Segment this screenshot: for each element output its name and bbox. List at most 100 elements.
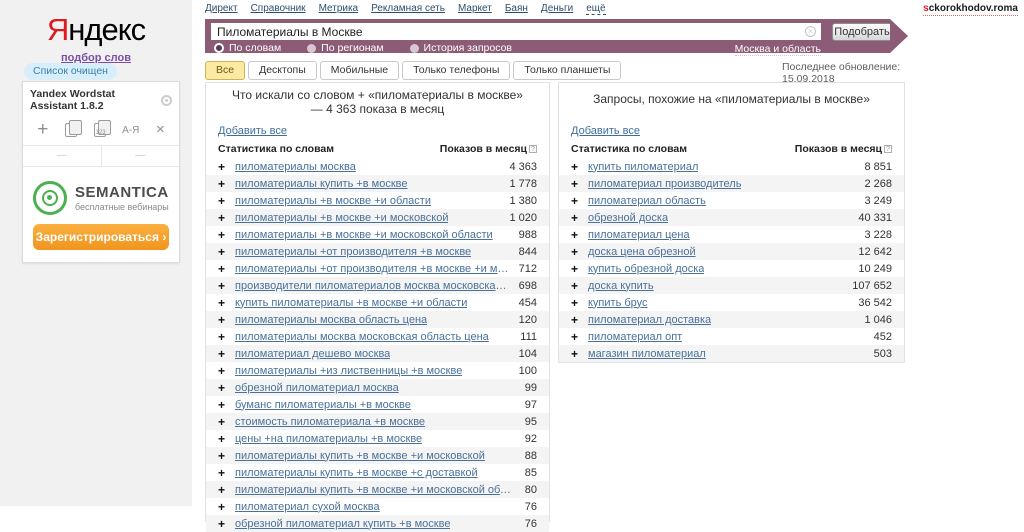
add-icon[interactable]: +	[37, 123, 48, 137]
device-tab[interactable]: Все	[205, 61, 245, 80]
add-keyword-icon[interactable]: +	[218, 330, 235, 344]
add-keyword-icon[interactable]: +	[571, 347, 588, 361]
add-keyword-icon[interactable]: +	[218, 279, 235, 293]
keyword-link[interactable]: буманс пиломатериалы +в москве	[235, 399, 411, 411]
add-keyword-icon[interactable]: +	[571, 177, 588, 191]
keyword-link[interactable]: обрезной пиломатериал москва	[235, 382, 399, 394]
keyword-link[interactable]: пиломатериалы купить +в москве	[235, 178, 408, 190]
register-button[interactable]: Зарегистрироваться ›	[33, 224, 169, 250]
search-mode-option[interactable]: По регионам	[307, 42, 383, 54]
add-keyword-icon[interactable]: +	[571, 245, 588, 259]
keyword-link[interactable]: купить брус	[588, 297, 648, 309]
keyword-link[interactable]: пиломатериалы москва	[235, 161, 356, 173]
keyword-link[interactable]: пиломатериал сухой москва	[235, 501, 380, 513]
top-nav-link[interactable]: Метрика	[319, 3, 359, 15]
keyword-link[interactable]: купить обрезной доска	[588, 263, 704, 275]
clear-list-icon[interactable]: ×	[156, 124, 165, 136]
add-keyword-icon[interactable]: +	[571, 211, 588, 225]
add-keyword-icon[interactable]: +	[218, 296, 235, 310]
copy-icon[interactable]	[65, 123, 77, 137]
keyword-link[interactable]: стоимость пиломатериала +в москве	[235, 416, 425, 428]
keyword-link[interactable]: производители пиломатериалов москва моск…	[235, 280, 511, 292]
top-nav-link[interactable]: ещё	[586, 3, 605, 15]
copy-with-numbers-icon[interactable]: 123	[94, 123, 106, 137]
search-mode-option[interactable]: История запросов	[410, 42, 512, 54]
device-tab[interactable]: Десктопы	[248, 61, 317, 80]
add-keyword-icon[interactable]: +	[218, 245, 235, 259]
add-keyword-icon[interactable]: +	[571, 330, 588, 344]
add-keyword-icon[interactable]: +	[571, 262, 588, 276]
add-keyword-icon[interactable]: +	[571, 228, 588, 242]
keyword-link[interactable]: доска купить	[588, 280, 654, 292]
search-input[interactable]	[211, 23, 821, 40]
add-keyword-icon[interactable]: +	[218, 449, 235, 463]
keyword-link[interactable]: купить пиломатериалы +в москве +и област…	[235, 297, 467, 309]
clear-search-icon[interactable]: ×	[805, 26, 816, 37]
add-keyword-icon[interactable]: +	[571, 160, 588, 174]
keyword-link[interactable]: пиломатериал дешево москва	[235, 348, 390, 360]
add-keyword-icon[interactable]: +	[218, 483, 235, 497]
add-keyword-icon[interactable]: +	[218, 364, 235, 378]
top-nav-link[interactable]: Деньги	[541, 3, 573, 15]
keyword-link[interactable]: обрезной доска	[588, 212, 668, 224]
add-keyword-icon[interactable]: +	[218, 211, 235, 225]
add-keyword-icon[interactable]: +	[218, 313, 235, 327]
keyword-link[interactable]: пиломатериал опт	[588, 331, 682, 343]
username[interactable]: sckorokhodov.roma	[923, 3, 1018, 16]
add-all-link[interactable]: Добавить все	[571, 125, 640, 137]
top-nav-link[interactable]: Справочник	[251, 3, 306, 15]
keyword-link[interactable]: пиломатериал доставка	[588, 314, 711, 326]
add-keyword-icon[interactable]: +	[218, 194, 235, 208]
keyword-link[interactable]: пиломатериал цена	[588, 229, 690, 241]
help-icon[interactable]: ?	[884, 145, 892, 153]
keyword-link[interactable]: пиломатериалы +в москве +и московской	[235, 212, 448, 224]
keyword-link[interactable]: пиломатериалы +от производителя +в москв…	[235, 263, 511, 275]
add-keyword-icon[interactable]: +	[218, 262, 235, 276]
keyword-link[interactable]: пиломатериалы +в москве +и московской об…	[235, 229, 493, 241]
add-keyword-icon[interactable]: +	[218, 500, 235, 514]
sort-alphabetical-icon[interactable]: А-Я	[122, 125, 139, 136]
add-keyword-icon[interactable]: +	[218, 160, 235, 174]
add-keyword-icon[interactable]: +	[218, 347, 235, 361]
top-nav-link[interactable]: Баян	[505, 3, 528, 15]
add-keyword-icon[interactable]: +	[218, 517, 235, 531]
search-mode-option[interactable]: По словам	[214, 42, 281, 54]
top-nav-link[interactable]: Директ	[205, 3, 238, 15]
yandex-logo[interactable]: Яндекс	[0, 12, 192, 48]
keyword-link[interactable]: доска цена обрезной	[588, 246, 696, 258]
keyword-link[interactable]: пиломатериалы москва московская область …	[235, 331, 489, 343]
gear-icon[interactable]	[161, 95, 172, 106]
add-keyword-icon[interactable]: +	[218, 398, 235, 412]
keyword-link[interactable]: пиломатериалы купить +в москве +с достав…	[235, 467, 478, 479]
help-icon[interactable]: ?	[529, 145, 537, 153]
add-keyword-icon[interactable]: +	[571, 296, 588, 310]
keyword-link[interactable]: пиломатериалы +из лиственницы +в москве	[235, 365, 462, 377]
region-link[interactable]: Москва и область	[735, 43, 821, 56]
keyword-link[interactable]: обрезной пиломатериал купить +в москве	[235, 518, 450, 530]
top-nav-link[interactable]: Рекламная сеть	[371, 3, 445, 15]
add-keyword-icon[interactable]: +	[218, 228, 235, 242]
add-keyword-icon[interactable]: +	[218, 466, 235, 480]
keyword-link[interactable]: пиломатериалы купить +в москве +и москов…	[235, 450, 485, 462]
search-submit-button[interactable]: Подобрать	[832, 23, 892, 41]
add-keyword-icon[interactable]: +	[218, 432, 235, 446]
keyword-link[interactable]: пиломатериалы +от производителя +в москв…	[235, 246, 471, 258]
keyword-link[interactable]: пиломатериал производитель	[588, 178, 741, 190]
keyword-link[interactable]: купить пиломатериал	[588, 161, 698, 173]
add-keyword-icon[interactable]: +	[571, 279, 588, 293]
add-keyword-icon[interactable]: +	[218, 381, 235, 395]
keyword-link[interactable]: цены +на пиломатериалы +в москве	[235, 433, 422, 445]
add-keyword-icon[interactable]: +	[218, 177, 235, 191]
device-tab[interactable]: Только планшеты	[513, 61, 621, 80]
keyword-link[interactable]: пиломатериалы +в москве +и области	[235, 195, 431, 207]
add-all-link[interactable]: Добавить все	[218, 125, 287, 137]
keyword-link[interactable]: пиломатериалы москва область цена	[235, 314, 427, 326]
keyword-link[interactable]: магазин пиломатериал	[588, 348, 706, 360]
add-keyword-icon[interactable]: +	[218, 415, 235, 429]
keyword-link[interactable]: пиломатериалы купить +в москве +и москов…	[235, 484, 517, 496]
device-tab[interactable]: Только телефоны	[402, 61, 510, 80]
top-nav-link[interactable]: Маркет	[458, 3, 492, 15]
keyword-link[interactable]: пиломатериал область	[588, 195, 706, 207]
device-tab[interactable]: Мобильные	[320, 61, 399, 80]
add-keyword-icon[interactable]: +	[571, 313, 588, 327]
